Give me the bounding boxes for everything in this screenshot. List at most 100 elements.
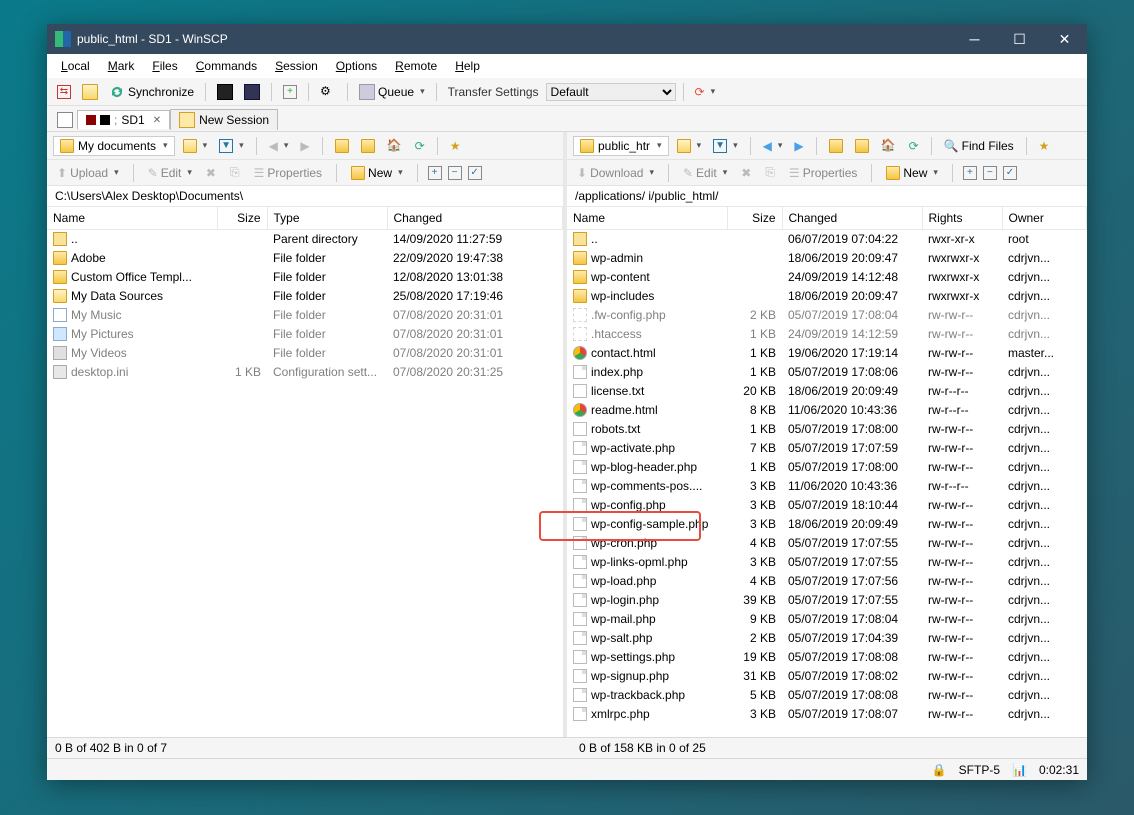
col-header[interactable]: Name: [47, 207, 217, 230]
forward-button[interactable]: ▶: [296, 137, 313, 155]
sync-browse-button[interactable]: [78, 82, 102, 102]
remote-parent-button[interactable]: [825, 137, 847, 155]
table-row[interactable]: wp-content24/09/2019 14:12:48rwxrwxr-xcd…: [567, 268, 1087, 287]
table-row[interactable]: wp-login.php39 KB05/07/2019 17:07:55rw-r…: [567, 591, 1087, 610]
bookmark-button[interactable]: ★: [446, 137, 465, 155]
compare-button[interactable]: ⇆: [53, 83, 75, 101]
col-header[interactable]: Size: [727, 207, 782, 230]
transfer-settings-select[interactable]: Default: [546, 83, 676, 101]
table-row[interactable]: wp-load.php4 KB05/07/2019 17:07:56rw-rw-…: [567, 572, 1087, 591]
menu-local[interactable]: Local: [53, 57, 98, 75]
col-header[interactable]: Name: [567, 207, 727, 230]
upload-button[interactable]: ⬆Upload: [53, 164, 123, 182]
table-row[interactable]: Custom Office Templ...File folder12/08/2…: [47, 268, 563, 287]
table-row[interactable]: readme.html8 KB11/06/2020 10:43:36rw-r--…: [567, 401, 1087, 420]
col-header[interactable]: Rights: [922, 207, 1002, 230]
col-header[interactable]: Owner: [1002, 207, 1087, 230]
plus-button[interactable]: +: [428, 166, 442, 180]
check-button[interactable]: ✓: [468, 166, 482, 180]
table-row[interactable]: wp-blog-header.php1 KB05/07/2019 17:08:0…: [567, 458, 1087, 477]
find-files-button[interactable]: 🔍Find Files: [940, 137, 1018, 155]
table-row[interactable]: My MusicFile folder07/08/2020 20:31:01: [47, 306, 563, 325]
table-row[interactable]: wp-includes18/06/2019 20:09:47rwxrwxr-xc…: [567, 287, 1087, 306]
open-remote-dir-button[interactable]: [673, 137, 706, 155]
table-row[interactable]: wp-config.php3 KB05/07/2019 18:10:44rw-r…: [567, 496, 1087, 515]
close-button[interactable]: ✕: [1042, 24, 1087, 54]
table-row[interactable]: desktop.ini1 KBConfiguration sett...07/0…: [47, 363, 563, 382]
download-button[interactable]: ⬇Download: [573, 164, 658, 182]
menu-mark[interactable]: Mark: [100, 57, 143, 75]
rename-remote-button[interactable]: ⎘: [761, 163, 779, 182]
table-row[interactable]: My VideosFile folder07/08/2020 20:31:01: [47, 344, 563, 363]
col-header[interactable]: Changed: [782, 207, 922, 230]
minus-button[interactable]: −: [448, 166, 462, 180]
table-row[interactable]: contact.html1 KB19/06/2020 17:19:14rw-rw…: [567, 344, 1087, 363]
menu-commands[interactable]: Commands: [188, 57, 265, 75]
menu-remote[interactable]: Remote: [387, 57, 445, 75]
remote-check-button[interactable]: ✓: [1003, 166, 1017, 180]
console-button[interactable]: [213, 82, 237, 102]
table-row[interactable]: wp-settings.php19 KB05/07/2019 17:08:08r…: [567, 648, 1087, 667]
properties-local-button[interactable]: ☰Properties: [250, 164, 326, 182]
queue-button[interactable]: Queue: [355, 82, 429, 102]
table-row[interactable]: ..Parent directory14/09/2020 11:27:59: [47, 230, 563, 249]
new-remote-button[interactable]: New: [882, 164, 942, 182]
table-row[interactable]: .fw-config.php2 KB05/07/2019 17:08:04rw-…: [567, 306, 1087, 325]
delete-local-button[interactable]: ✖: [202, 164, 220, 182]
table-row[interactable]: index.php1 KB05/07/2019 17:08:06rw-rw-r-…: [567, 363, 1087, 382]
table-row[interactable]: wp-config-sample.php3 KB18/06/2019 20:09…: [567, 515, 1087, 534]
table-row[interactable]: wp-links-opml.php3 KB05/07/2019 17:07:55…: [567, 553, 1087, 572]
open-dir-button[interactable]: [179, 137, 212, 155]
table-row[interactable]: wp-trackback.php5 KB05/07/2019 17:08:08r…: [567, 686, 1087, 705]
home-button[interactable]: 🏠: [383, 136, 407, 156]
col-header[interactable]: Changed: [387, 207, 563, 230]
root-button[interactable]: [357, 137, 379, 155]
table-row[interactable]: wp-signup.php31 KB05/07/2019 17:08:02rw-…: [567, 667, 1087, 686]
table-row[interactable]: license.txt20 KB18/06/2019 20:09:49rw-r-…: [567, 382, 1087, 401]
remote-bookmark-button[interactable]: ★: [1035, 137, 1054, 155]
table-row[interactable]: xmlrpc.php3 KB05/07/2019 17:08:07rw-rw-r…: [567, 705, 1087, 724]
add-button[interactable]: +: [279, 83, 301, 101]
menu-files[interactable]: Files: [144, 57, 185, 75]
remote-home-button[interactable]: 🏠: [877, 136, 901, 156]
session-tab-active[interactable]: ;SD1 ✕: [77, 110, 170, 129]
new-local-button[interactable]: New: [347, 164, 407, 182]
remote-forward-button[interactable]: ▶: [790, 137, 807, 155]
table-row[interactable]: wp-cron.php4 KB05/07/2019 17:07:55rw-rw-…: [567, 534, 1087, 553]
table-row[interactable]: robots.txt1 KB05/07/2019 17:08:00rw-rw-r…: [567, 420, 1087, 439]
table-row[interactable]: .htaccess1 KB24/09/2019 14:12:59rw-rw-r-…: [567, 325, 1087, 344]
new-session-tab[interactable]: New Session: [170, 109, 278, 130]
refresh-local-button[interactable]: ⟳: [411, 137, 429, 155]
table-row[interactable]: wp-comments-pos....3 KB11/06/2020 10:43:…: [567, 477, 1087, 496]
properties-remote-button[interactable]: ☰Properties: [785, 164, 861, 182]
maximize-button[interactable]: ☐: [997, 24, 1042, 54]
delete-remote-button[interactable]: ✖: [737, 164, 755, 182]
remote-plus-button[interactable]: +: [963, 166, 977, 180]
local-file-list[interactable]: NameSizeTypeChanged ..Parent directory14…: [47, 207, 563, 737]
remote-back-button[interactable]: ◀: [759, 137, 787, 155]
parent-button[interactable]: [331, 137, 353, 155]
refresh-remote-button[interactable]: ⟳: [905, 137, 923, 155]
stats-icon[interactable]: 📊: [1012, 763, 1027, 777]
edit-local-button[interactable]: ✎Edit: [144, 164, 196, 182]
terminal-button[interactable]: [240, 82, 264, 102]
edit-remote-button[interactable]: ✎Edit: [679, 164, 731, 182]
table-row[interactable]: wp-admin18/06/2019 20:09:47rwxrwxr-xcdrj…: [567, 249, 1087, 268]
remote-minus-button[interactable]: −: [983, 166, 997, 180]
table-row[interactable]: ..06/07/2019 07:04:22rwxr-xr-xroot: [567, 230, 1087, 249]
table-row[interactable]: My PicturesFile folder07/08/2020 20:31:0…: [47, 325, 563, 344]
minimize-button[interactable]: ─: [952, 24, 997, 54]
monitor-icon[interactable]: [53, 110, 77, 130]
col-header[interactable]: Size: [217, 207, 267, 230]
filter-button[interactable]: ▼: [215, 137, 248, 155]
remote-file-list[interactable]: NameSizeChangedRightsOwner ..06/07/2019 …: [567, 207, 1087, 737]
table-row[interactable]: wp-mail.php9 KB05/07/2019 17:08:04rw-rw-…: [567, 610, 1087, 629]
table-row[interactable]: wp-salt.php2 KB05/07/2019 17:04:39rw-rw-…: [567, 629, 1087, 648]
rename-local-button[interactable]: ⎘: [226, 163, 244, 182]
menu-options[interactable]: Options: [328, 57, 385, 75]
table-row[interactable]: AdobeFile folder22/09/2020 19:47:38: [47, 249, 563, 268]
gear-button[interactable]: ⚙: [316, 82, 340, 102]
table-row[interactable]: My Data SourcesFile folder25/08/2020 17:…: [47, 287, 563, 306]
col-header[interactable]: Type: [267, 207, 387, 230]
close-tab-icon[interactable]: ✕: [153, 115, 161, 126]
